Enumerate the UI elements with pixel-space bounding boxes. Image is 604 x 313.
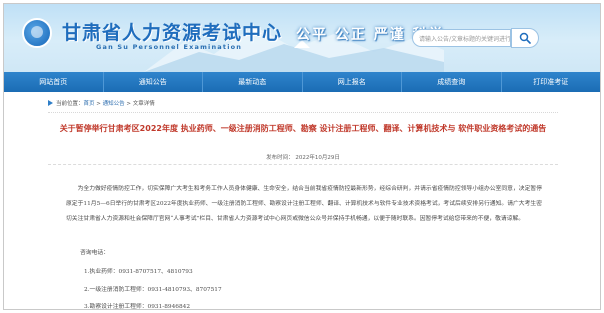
breadcrumb-separator: > (94, 101, 103, 107)
main-nav: 网站首页 通知公告 最新动态 网上报名 成绩查询 打印准考证 (4, 72, 600, 92)
site-header: 甘肃省人力资源考试中心 Gan Su Personnel Examination… (4, 4, 600, 72)
contact-line: 1.执业药师：0931-8707517、4810793 (84, 269, 193, 275)
search-button[interactable] (511, 28, 539, 48)
search-input[interactable]: 请输入公告/文章标题的关键词进行搜索 (412, 29, 511, 47)
nav-item-registration[interactable]: 网上报名 (303, 72, 402, 92)
site-subtitle: Gan Su Personnel Examination (96, 43, 243, 51)
breadcrumb-section-link[interactable]: 通知公告 (103, 101, 125, 107)
page-frame: 甘肃省人力资源考试中心 Gan Su Personnel Examination… (3, 3, 601, 310)
site-title[interactable]: 甘肃省人力资源考试中心 (62, 18, 282, 45)
nav-item-admission-ticket[interactable]: 打印准考证 (502, 72, 601, 92)
search-icon (519, 32, 531, 44)
breadcrumb: 当前位置：首页 > 通知公告 > 文章详情 (48, 99, 558, 113)
breadcrumb-current: 文章详情 (132, 101, 155, 107)
article-divider (48, 164, 558, 165)
contact-heading: 咨询电话： (80, 250, 109, 256)
breadcrumb-home-link[interactable]: 首页 (84, 101, 95, 107)
nav-item-score-query[interactable]: 成绩查询 (402, 72, 501, 92)
nav-item-home[interactable]: 网站首页 (4, 72, 103, 92)
breadcrumb-separator: > (124, 101, 133, 107)
contact-line: 2.一级注册消防工程师：0931-4810793、8707517 (84, 287, 222, 293)
breadcrumb-prefix: 当前位置： (56, 101, 84, 107)
article-publish-date: 发布时间： 2022年10月29日 (266, 155, 340, 161)
nav-item-news[interactable]: 最新动态 (203, 72, 302, 92)
article-title: 关于暂停举行甘肃考区2022年度 执业药师、一级注册消防工程师、勘察 设计注册工… (59, 124, 547, 133)
contact-line: 3.勘察设计注册工程师：0931-8946842 (84, 304, 191, 310)
nav-item-notices[interactable]: 通知公告 (104, 72, 203, 92)
breadcrumb-arrow-icon (48, 100, 53, 106)
article-body-paragraph: 为全力做好疫情防控工作，切实保障广大考生和考务工作人员身体健康、生命安全，结合当… (66, 186, 542, 223)
site-logo-icon[interactable] (22, 18, 52, 48)
